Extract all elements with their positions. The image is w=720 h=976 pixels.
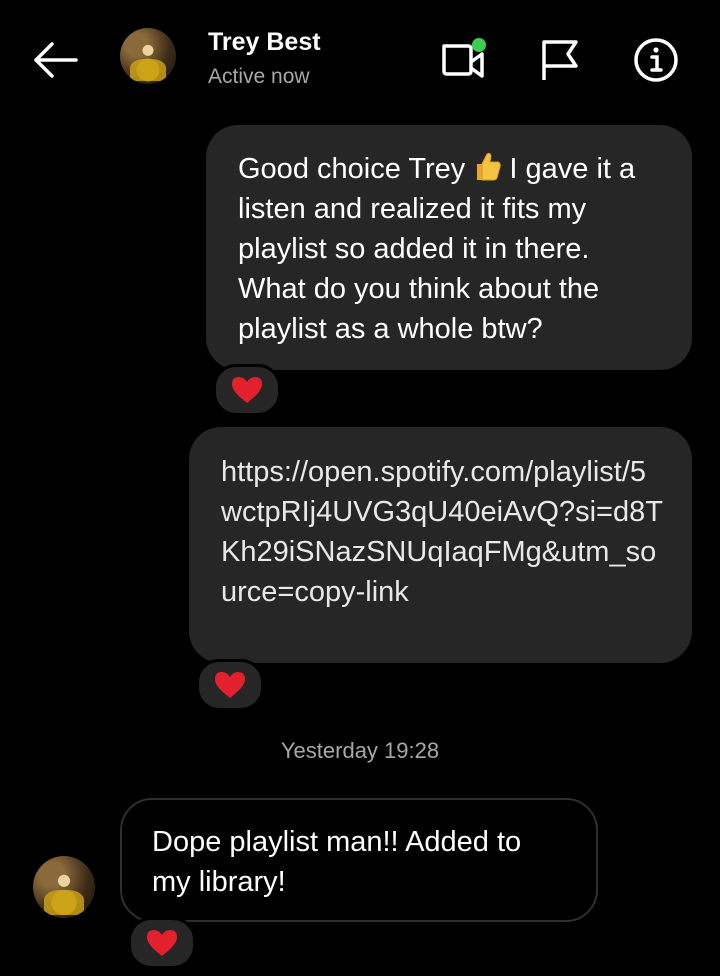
active-status: Active now bbox=[208, 65, 310, 88]
message-text: Good choice Trey bbox=[238, 153, 474, 185]
message-text: Dope playlist man!! Added to my library! bbox=[152, 826, 522, 898]
red-heart-icon bbox=[232, 377, 262, 403]
heart-reaction[interactable] bbox=[196, 659, 264, 711]
video-call-icon[interactable] bbox=[438, 36, 486, 84]
chat-header: Trey Best Active now bbox=[0, 0, 720, 115]
sent-message-bubble[interactable]: Good choice Trey I gave it a listen and … bbox=[206, 125, 692, 370]
red-heart-icon bbox=[147, 930, 177, 956]
received-message-bubble[interactable]: Dope playlist man!! Added to my library! bbox=[120, 798, 598, 922]
message-timestamp: Yesterday 19:28 bbox=[280, 738, 440, 763]
info-icon[interactable] bbox=[632, 36, 680, 84]
red-heart-icon bbox=[215, 672, 245, 698]
contact-name[interactable]: Trey Best bbox=[208, 28, 321, 57]
arrow-left-icon[interactable] bbox=[30, 36, 80, 84]
sent-link-bubble[interactable]: https://open.spotify.com/playlist/5wctpR… bbox=[189, 427, 692, 663]
thumbs-up-emoji bbox=[477, 152, 502, 181]
avatar[interactable] bbox=[120, 28, 176, 84]
sender-avatar[interactable] bbox=[33, 856, 95, 918]
heart-reaction[interactable] bbox=[128, 917, 196, 969]
heart-reaction[interactable] bbox=[213, 364, 281, 416]
message-link[interactable]: https://open.spotify.com/playlist/5wctpR… bbox=[221, 456, 663, 608]
flag-icon[interactable] bbox=[536, 36, 584, 84]
